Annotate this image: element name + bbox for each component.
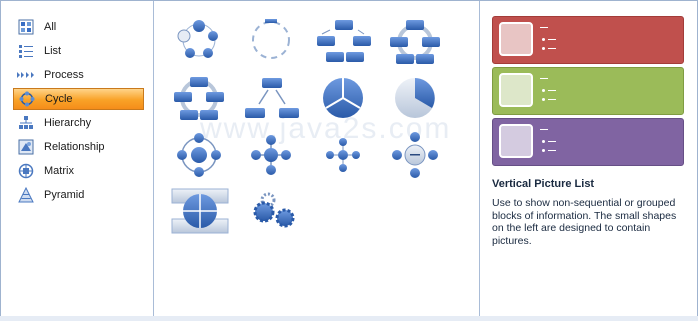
preview-band-red — [492, 16, 684, 64]
radial-cycle-thumbnail[interactable] — [177, 133, 221, 177]
segmented-cycle-thumbnail[interactable] — [323, 78, 363, 118]
picture-placeholder — [499, 22, 533, 56]
gear-thumbnail[interactable] — [253, 192, 295, 228]
picture-placeholder — [499, 73, 533, 107]
layout-preview — [492, 16, 684, 166]
nondirectional-cycle-thumbnail[interactable] — [390, 20, 440, 64]
multidirectional-cycle-thumbnail[interactable] — [245, 78, 299, 118]
basic-radial-thumbnail[interactable] — [251, 135, 291, 175]
preview-band-purple — [492, 118, 684, 166]
text-cycle-thumbnail[interactable] — [252, 19, 290, 59]
picture-placeholder — [499, 124, 533, 158]
basic-cycle-thumbnail[interactable] — [177, 20, 218, 58]
basic-pie-thumbnail[interactable] — [395, 78, 435, 118]
radial-cluster-thumbnail[interactable] — [326, 138, 360, 172]
preview-title: Vertical Picture List — [492, 178, 595, 190]
preview-description: Use to show non-sequential or grouped bl… — [492, 197, 677, 247]
diverging-radial-thumbnail[interactable] — [392, 132, 438, 178]
block-cycle-thumbnail[interactable] — [317, 20, 371, 62]
continuous-cycle-thumbnail[interactable] — [174, 77, 224, 120]
cycle-matrix-thumbnail[interactable] — [171, 188, 229, 234]
preview-band-green — [492, 67, 684, 115]
